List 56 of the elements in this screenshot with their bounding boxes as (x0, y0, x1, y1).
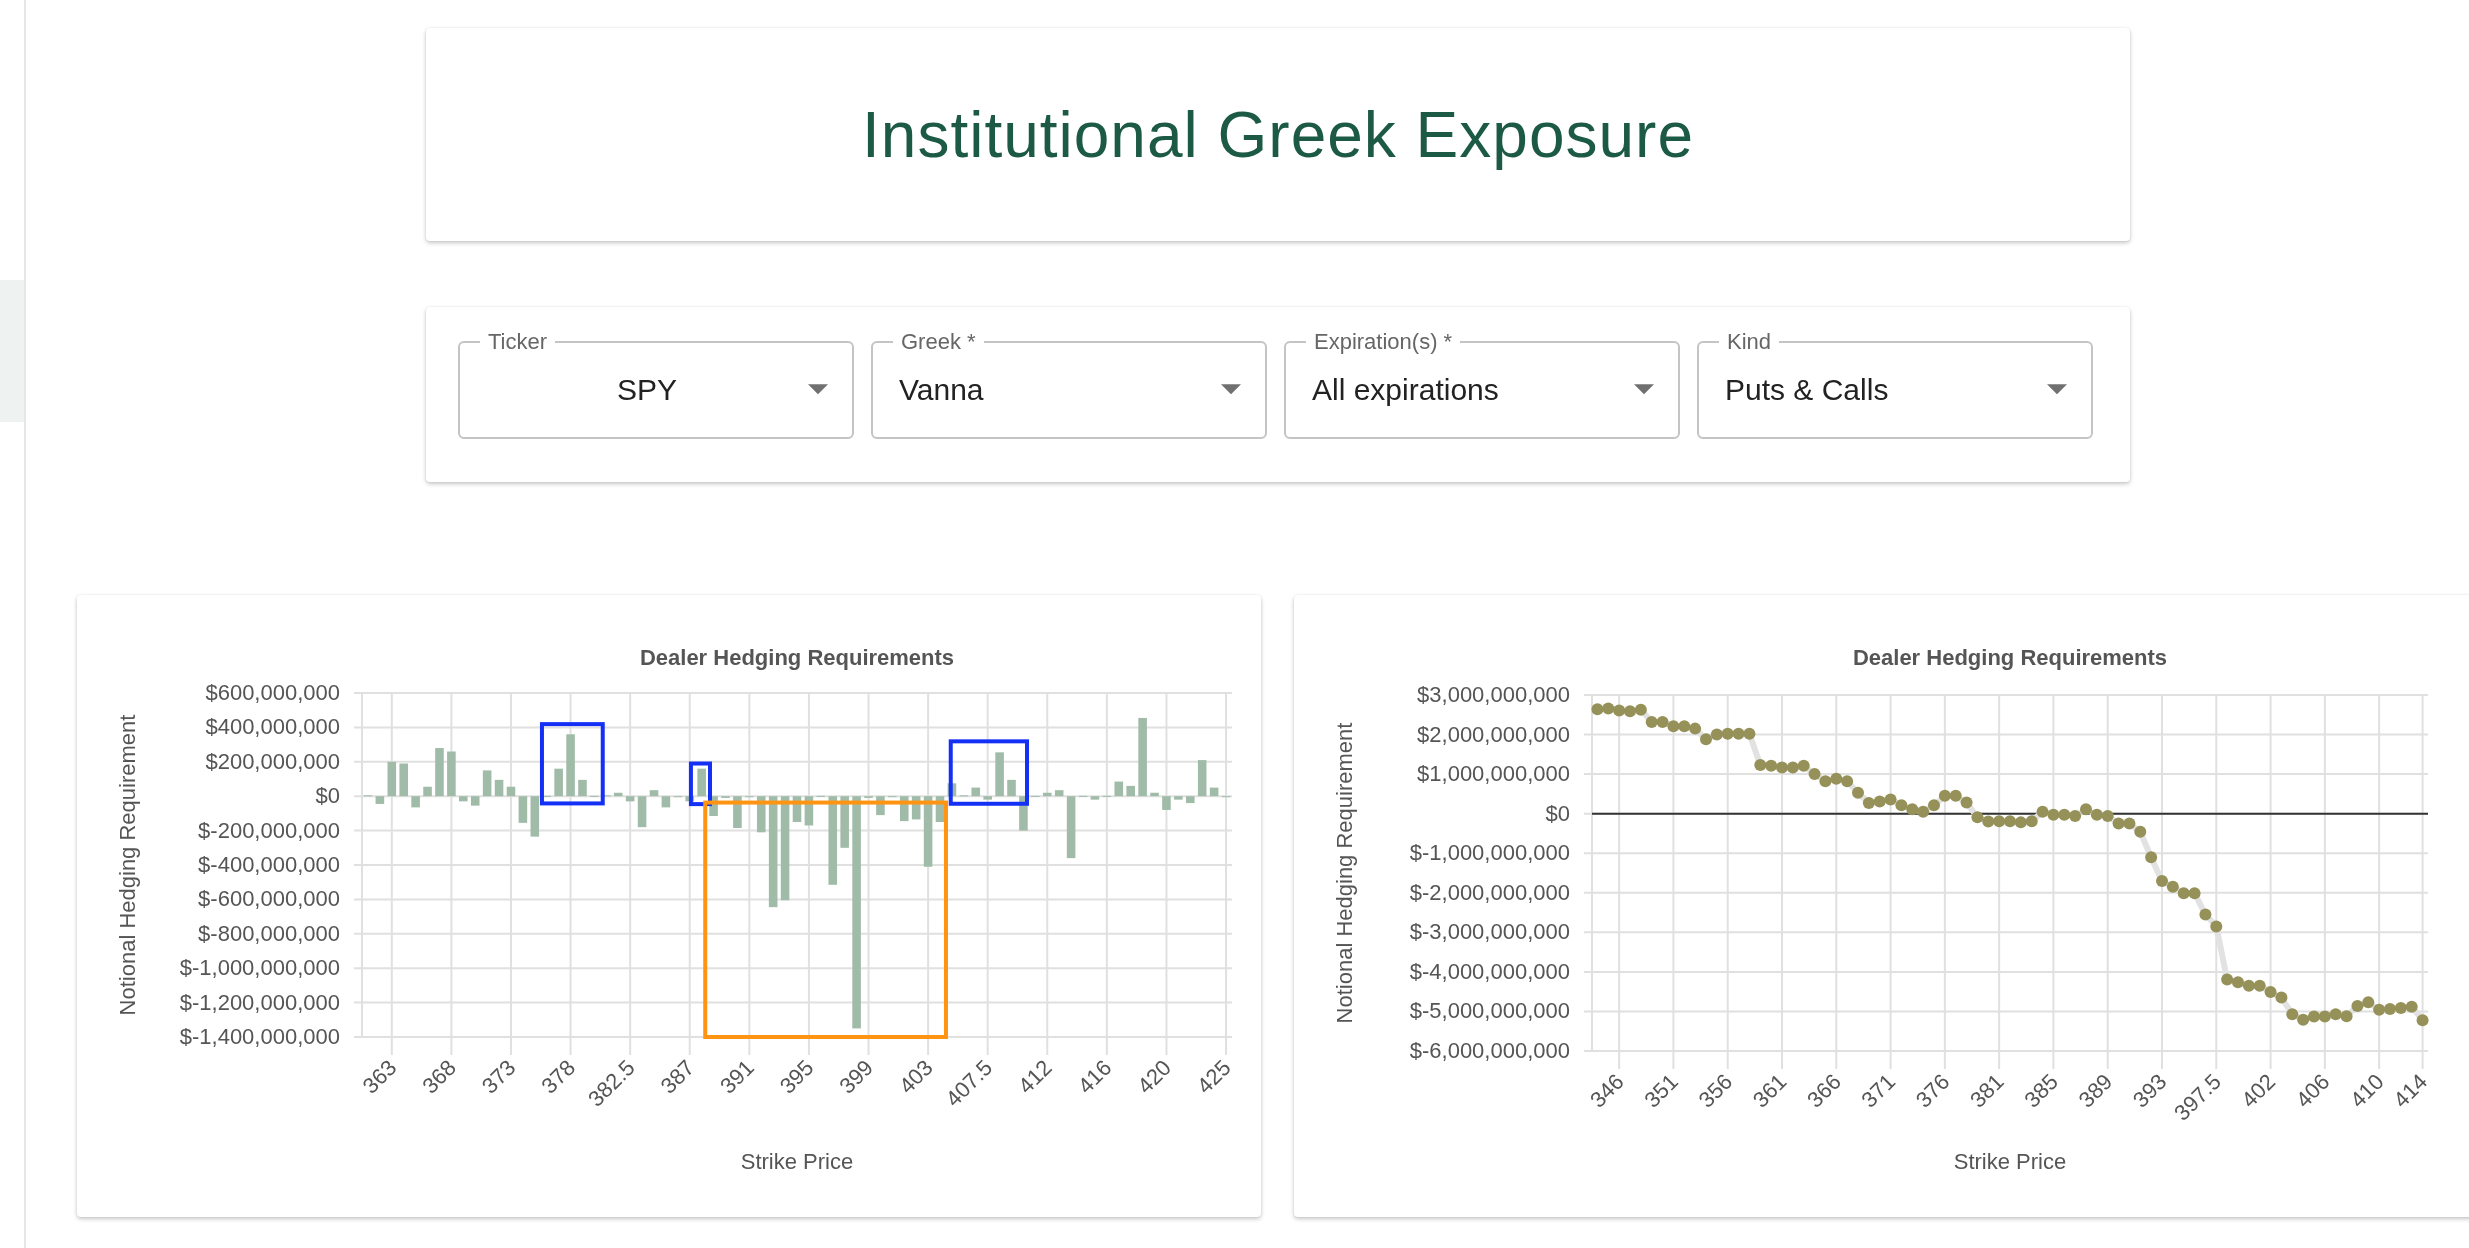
axis-label: 356 (1693, 1068, 1738, 1113)
axis-title: Notional Hedging Requirement (1332, 722, 1357, 1024)
axis-label: 381 (1965, 1068, 2009, 1113)
axis-label: 393 (2127, 1068, 2172, 1113)
axis-label: 414 (2388, 1068, 2433, 1113)
axis-label: 351 (1639, 1068, 1683, 1113)
page-title: Institutional Greek Exposure (862, 97, 1694, 172)
axis-label: 412 (1013, 1054, 1057, 1099)
axis-label: $-1,000,000,000 (179, 955, 340, 981)
axis-label: 402 (2236, 1068, 2281, 1113)
axis-label: $1,000,000,000 (1417, 761, 1570, 787)
axis-label: $-2,000,000,000 (1409, 879, 1570, 905)
axis-label: 425 (1191, 1054, 1236, 1099)
axis-label: 395 (774, 1054, 819, 1099)
axis-label: 406 (2290, 1068, 2335, 1113)
axis-label: $-1,000,000,000 (1409, 840, 1570, 866)
axis-title: Strike Price (740, 1149, 854, 1174)
axis-label: $0 (1545, 800, 1570, 826)
axis-label: $2,000,000,000 (1417, 721, 1570, 747)
axis-label: $-1,400,000,000 (179, 1024, 340, 1049)
axis-label: $600,000,000 (205, 680, 340, 705)
axis-label: 371 (1856, 1068, 1901, 1113)
axis-label: 410 (2345, 1068, 2389, 1113)
axis-label: 373 (476, 1054, 521, 1099)
chart-title: Dealer Hedging Requirements (639, 645, 955, 670)
axis-label: $400,000,000 (205, 714, 340, 740)
axis-label: $-200,000,000 (198, 817, 340, 843)
axis-label: 385 (2019, 1068, 2063, 1113)
axis-label: $-800,000,000 (198, 920, 340, 946)
axis-label: 366 (1802, 1068, 1846, 1113)
axis-label: 368 (417, 1054, 461, 1099)
axis-label: 387 (655, 1054, 700, 1099)
axis-label: 399 (834, 1054, 879, 1099)
axis-label: $-6,000,000,000 (1409, 1038, 1570, 1063)
axis-label: 378 (536, 1054, 581, 1099)
axis-label: $-400,000,000 (198, 852, 340, 877)
axis-label: 346 (1585, 1068, 1629, 1113)
axis-label: 361 (1747, 1068, 1792, 1113)
axis-title: Notional Hedging Requirement (115, 714, 140, 1016)
chart-title: Dealer Hedging Requirements (1852, 645, 2168, 670)
axis-label: $0 (315, 783, 340, 809)
axis-title: Strike Price (1953, 1149, 2067, 1174)
axis-label: $200,000,000 (205, 748, 340, 774)
axis-label: $-3,000,000,000 (1409, 919, 1570, 945)
axis-label: $-1,200,000,000 (179, 989, 340, 1015)
axis-label: 416 (1072, 1054, 1117, 1099)
axis-label: 391 (715, 1054, 759, 1099)
axis-label: 363 (357, 1054, 402, 1099)
axis-label: 389 (2073, 1068, 2118, 1113)
axis-label: $-600,000,000 (198, 886, 340, 912)
axis-label: 420 (1132, 1054, 1176, 1099)
axis-label: 376 (1910, 1068, 1955, 1113)
axis-label: $-5,000,000,000 (1409, 998, 1570, 1024)
axis-label: $3,000,000,000 (1417, 682, 1570, 707)
axis-label: 403 (894, 1054, 938, 1099)
axis-label: $-4,000,000,000 (1409, 958, 1570, 984)
